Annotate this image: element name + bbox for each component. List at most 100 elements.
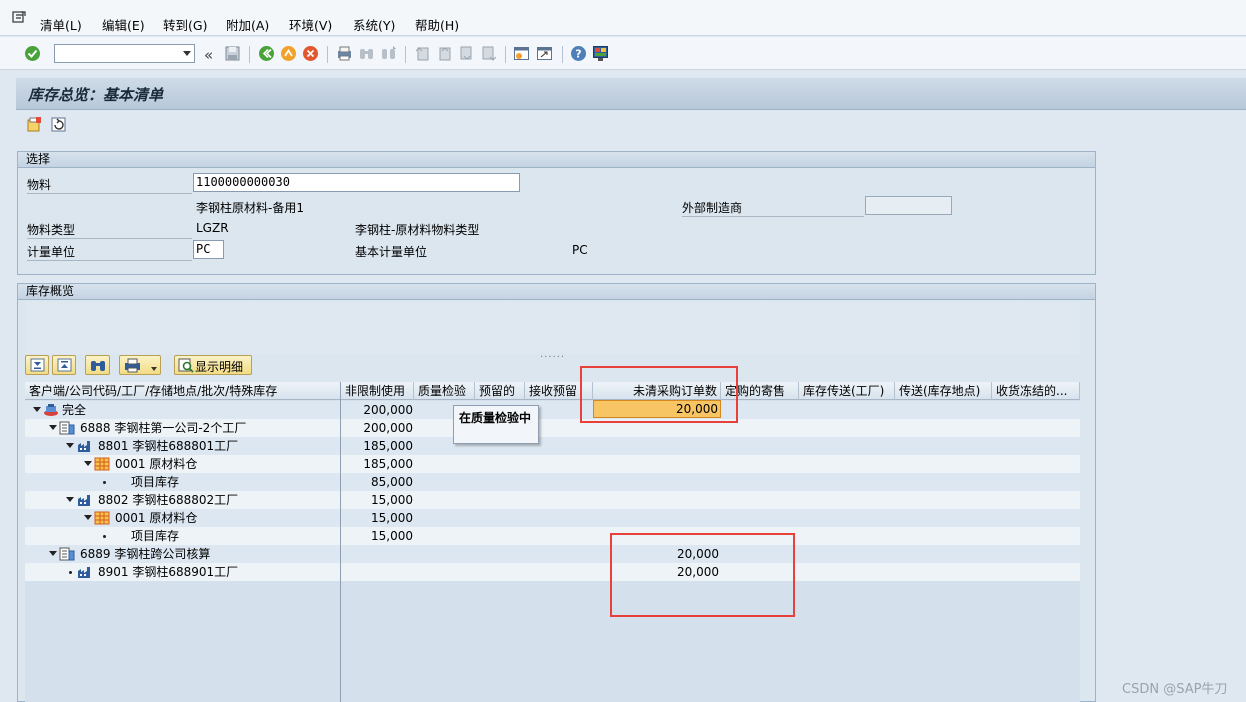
get-variant-icon[interactable] xyxy=(26,116,43,133)
table-row[interactable]: 项目库存 15,000 xyxy=(25,527,1080,545)
expand-toggle-icon[interactable] xyxy=(49,551,57,556)
refresh-icon[interactable] xyxy=(50,116,67,133)
row-label: 6889 李钢柱跨公司核算 xyxy=(80,547,211,561)
menu-edit[interactable]: 编辑(E) xyxy=(102,15,145,34)
row-label: 完全 xyxy=(62,403,87,417)
find-next-icon[interactable] xyxy=(380,45,397,62)
show-detail-label: 显示明细 xyxy=(195,360,244,374)
new-session-icon[interactable] xyxy=(513,45,530,62)
column-tooltip: 在质量检验中 xyxy=(453,405,539,444)
table-row[interactable]: 6888 李钢柱第一公司-2个工厂 200,000 xyxy=(25,419,1080,437)
collapse-all-button[interactable] xyxy=(52,355,76,375)
first-page-icon[interactable] xyxy=(414,45,431,62)
expand-toggle-icon[interactable] xyxy=(49,425,57,430)
tree-column-divider xyxy=(340,382,341,702)
app-menu-icon[interactable] xyxy=(12,11,26,24)
column-header-transfer-plant[interactable]: 库存传送(工厂) xyxy=(799,382,895,400)
column-header-hierarchy[interactable]: 客户端/公司代码/工厂/存储地点/批次/特殊库存 xyxy=(25,382,341,400)
toolbar-divider xyxy=(562,46,563,63)
watermark: CSDN @SAP牛刀 xyxy=(1122,682,1228,697)
svg-text:?: ? xyxy=(575,48,581,61)
external-maker-label: 外部制造商 xyxy=(682,199,864,217)
table-row[interactable]: 完全 200,000 xyxy=(25,401,1080,419)
unrestricted-value: 85,000 xyxy=(371,475,413,489)
overview-spacer xyxy=(25,302,1080,354)
menu-list[interactable]: 清单(L) xyxy=(40,15,82,34)
system-toolbar: « ? xyxy=(0,37,1246,70)
save-icon[interactable] xyxy=(224,45,241,62)
next-page-icon[interactable] xyxy=(458,45,475,62)
back-icon[interactable] xyxy=(258,45,275,62)
table-row[interactable]: 8802 李钢柱688802工厂 15,000 xyxy=(25,491,1080,509)
expand-toggle-icon[interactable] xyxy=(84,461,92,466)
expand-icon xyxy=(30,358,45,372)
plant-icon xyxy=(78,495,90,506)
table-row[interactable]: 8801 李钢柱688801工厂 185,000 xyxy=(25,437,1080,455)
unrestricted-value: 15,000 xyxy=(371,529,413,543)
plant-icon xyxy=(78,567,90,578)
row-label: 0001 原材料仓 xyxy=(115,511,198,525)
table-row[interactable]: 0001 原材料仓 15,000 xyxy=(25,509,1080,527)
history-back-icon[interactable]: « xyxy=(204,46,213,64)
shortcut-icon[interactable] xyxy=(536,45,553,62)
collapse-icon xyxy=(57,358,72,372)
printer-icon xyxy=(125,358,140,373)
menu-help[interactable]: 帮助(H) xyxy=(415,15,459,34)
row-label: 项目库存 xyxy=(131,475,180,489)
expand-toggle-icon[interactable] xyxy=(66,443,74,448)
row-label: 项目库存 xyxy=(131,529,180,543)
table-row[interactable]: 项目库存 85,000 xyxy=(25,473,1080,491)
table-row[interactable]: 0001 原材料仓 185,000 xyxy=(25,455,1080,473)
exit-icon[interactable] xyxy=(280,45,297,62)
binoculars-icon xyxy=(91,361,105,371)
company-code-icon xyxy=(59,421,75,435)
menu-system[interactable]: 系统(Y) xyxy=(353,15,395,34)
unrestricted-value: 15,000 xyxy=(371,493,413,507)
command-field[interactable] xyxy=(54,44,195,63)
previous-page-icon[interactable] xyxy=(436,45,453,62)
uom-field[interactable]: PC xyxy=(193,240,224,259)
material-type-label: 物料类型 xyxy=(27,221,192,239)
column-header-reserved[interactable]: 预留的 xyxy=(475,382,525,400)
help-icon[interactable]: ? xyxy=(570,45,587,62)
menu-extras[interactable]: 附加(A) xyxy=(226,15,269,34)
customize-layout-icon[interactable] xyxy=(592,45,609,62)
menu-bar: 清单(L) 编辑(E) 转到(G) 附加(A) 环境(V) 系统(Y) 帮助(H… xyxy=(0,0,1246,36)
print-menu-button[interactable] xyxy=(119,355,161,375)
selection-header: 选择 xyxy=(18,152,1095,168)
enter-check-icon[interactable] xyxy=(24,45,41,62)
menu-environment[interactable]: 环境(V) xyxy=(289,15,332,34)
menu-goto[interactable]: 转到(G) xyxy=(163,15,207,34)
table-header: 客户端/公司代码/工厂/存储地点/批次/特殊库存 非限制使用 质量检验 预留的 … xyxy=(25,382,1080,400)
screen-title-bar: 库存总览：基本清单 xyxy=(16,78,1246,110)
expand-all-button[interactable] xyxy=(25,355,49,375)
application-toolbar xyxy=(16,111,1246,147)
column-header-unrestricted[interactable]: 非限制使用 xyxy=(341,382,414,400)
column-header-gr-blocked[interactable]: 收货冻结的... xyxy=(992,382,1080,400)
expand-toggle-icon[interactable] xyxy=(84,515,92,520)
material-field[interactable]: 1100000000030 xyxy=(193,173,520,192)
annotation-box-open-po-rows xyxy=(610,533,795,617)
chevron-down-icon[interactable] xyxy=(183,51,191,56)
column-header-quality-inspection[interactable]: 质量检验 xyxy=(414,382,475,400)
unrestricted-value: 200,000 xyxy=(363,421,413,435)
expand-toggle-icon[interactable] xyxy=(33,407,41,412)
find-button[interactable] xyxy=(85,355,110,375)
splitter-handle[interactable]: ...... xyxy=(540,349,565,360)
table-row[interactable]: 6889 李钢柱跨公司核算 20,000 xyxy=(25,545,1080,563)
find-icon[interactable] xyxy=(358,45,375,62)
expand-toggle-icon[interactable] xyxy=(66,497,74,502)
print-icon[interactable] xyxy=(336,45,353,62)
dropdown-arrow-icon xyxy=(151,367,157,371)
toolbar-divider xyxy=(505,46,506,63)
cancel-icon[interactable] xyxy=(302,45,319,62)
page-title: 库存总览：基本清单 xyxy=(28,86,164,104)
material-type-value: LGZR xyxy=(196,221,229,235)
toolbar-divider xyxy=(327,46,328,63)
last-page-icon[interactable] xyxy=(480,45,497,62)
table-row[interactable]: 8901 李钢柱688901工厂 20,000 xyxy=(25,563,1080,581)
material-description: 李钢柱原材料-备用1 xyxy=(196,201,304,215)
show-detail-button[interactable]: 显示明细 xyxy=(174,355,252,375)
leaf-bullet xyxy=(69,571,72,574)
column-header-transfer-sloc[interactable]: 传送(库存地点) xyxy=(895,382,992,400)
